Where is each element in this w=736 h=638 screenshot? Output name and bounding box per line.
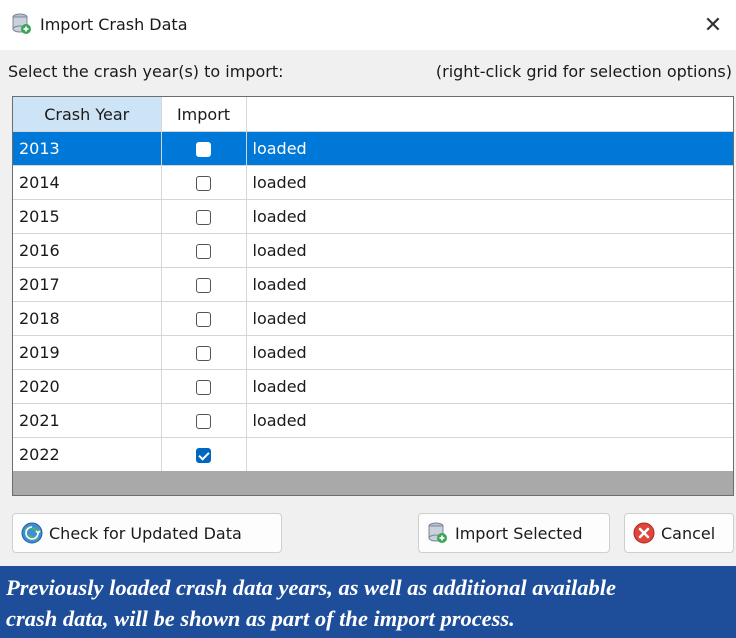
- status-cell[interactable]: [246, 437, 733, 472]
- import-cell: [161, 165, 247, 200]
- grid-hint-label: (right-click grid for selection options): [435, 62, 732, 81]
- crash-year-cell[interactable]: 2022: [13, 437, 162, 472]
- status-cell[interactable]: loaded: [246, 335, 733, 370]
- cancel-label: Cancel: [661, 523, 716, 543]
- crash-year-cell[interactable]: 2017: [13, 267, 162, 302]
- import-checkbox[interactable]: [196, 448, 211, 463]
- column-header-status[interactable]: [246, 97, 733, 132]
- table-row[interactable]: 2014 loaded: [13, 165, 733, 200]
- import-cell: [161, 131, 247, 166]
- crash-year-cell[interactable]: 2013: [13, 131, 162, 166]
- status-cell[interactable]: loaded: [246, 301, 733, 336]
- crash-year-cell[interactable]: 2018: [13, 301, 162, 336]
- import-checkbox[interactable]: [196, 176, 211, 191]
- check-for-updated-data-button[interactable]: Check for Updated Data: [12, 513, 282, 553]
- globe-refresh-icon: [21, 522, 43, 544]
- status-cell[interactable]: loaded: [246, 199, 733, 234]
- crash-year-cell[interactable]: 2015: [13, 199, 162, 234]
- import-checkbox[interactable]: [196, 244, 211, 259]
- crash-year-cell[interactable]: 2014: [13, 165, 162, 200]
- import-checkbox[interactable]: [196, 210, 211, 225]
- crash-year-cell[interactable]: 2016: [13, 233, 162, 268]
- status-cell[interactable]: loaded: [246, 267, 733, 302]
- instruction-label: Select the crash year(s) to import:: [8, 62, 284, 81]
- import-checkbox[interactable]: [196, 278, 211, 293]
- import-cell: [161, 403, 247, 438]
- database-import-icon: [428, 522, 447, 543]
- import-cell: [161, 301, 247, 336]
- table-row[interactable]: 2015 loaded: [13, 199, 733, 234]
- table-row[interactable]: 2018 loaded: [13, 301, 733, 336]
- crash-year-cell[interactable]: 2021: [13, 403, 162, 438]
- import-checkbox[interactable]: [196, 312, 211, 327]
- import-cell: [161, 233, 247, 268]
- import-checkbox[interactable]: [196, 142, 211, 157]
- import-selected-label: Import Selected: [455, 523, 583, 543]
- import-checkbox[interactable]: [196, 380, 211, 395]
- window-title: Import Crash Data: [40, 15, 188, 34]
- status-cell[interactable]: loaded: [246, 403, 733, 438]
- crash-year-grid[interactable]: Crash Year Import 2013 loaded 2014 loaded 20…: [12, 96, 734, 496]
- table-row[interactable]: 2021 loaded: [13, 403, 733, 438]
- cancel-icon: [633, 522, 655, 544]
- grid-empty-area: [13, 471, 733, 495]
- table-row[interactable]: 2019 loaded: [13, 335, 733, 370]
- caption-line-2: crash data, will be shown as part of the…: [6, 606, 515, 631]
- import-cell: [161, 267, 247, 302]
- table-row[interactable]: 2017 loaded: [13, 267, 733, 302]
- database-import-icon: [12, 13, 31, 34]
- import-checkbox[interactable]: [196, 414, 211, 429]
- column-header-crash-year[interactable]: Crash Year: [13, 97, 162, 132]
- import-crash-data-dialog: Import Crash Data ✕ Select the crash yea…: [0, 0, 736, 566]
- import-cell: [161, 335, 247, 370]
- check-for-updated-data-label: Check for Updated Data: [49, 523, 242, 543]
- import-selected-button[interactable]: Import Selected: [418, 513, 610, 553]
- column-header-import[interactable]: Import: [161, 97, 247, 132]
- table-row[interactable]: 2013 loaded: [13, 131, 733, 166]
- figure-caption: Previously loaded crash data years, as w…: [0, 566, 736, 638]
- close-button[interactable]: ✕: [690, 0, 736, 50]
- close-icon: ✕: [703, 12, 723, 38]
- table-row[interactable]: 2016 loaded: [13, 233, 733, 268]
- crash-year-cell[interactable]: 2019: [13, 335, 162, 370]
- status-cell[interactable]: loaded: [246, 165, 733, 200]
- status-cell[interactable]: loaded: [246, 131, 733, 166]
- grid-header-row: Crash Year Import: [13, 97, 733, 132]
- crash-year-table: Crash Year Import 2013 loaded 2014 loaded 20…: [13, 97, 733, 472]
- status-cell[interactable]: loaded: [246, 233, 733, 268]
- caption-line-1: Previously loaded crash data years, as w…: [6, 575, 616, 600]
- table-row[interactable]: 2020 loaded: [13, 369, 733, 404]
- table-row[interactable]: 2022: [13, 437, 733, 472]
- import-checkbox[interactable]: [196, 346, 211, 361]
- title-bar[interactable]: Import Crash Data ✕: [0, 0, 736, 50]
- import-cell: [161, 199, 247, 234]
- crash-year-cell[interactable]: 2020: [13, 369, 162, 404]
- import-cell: [161, 437, 247, 472]
- status-cell[interactable]: loaded: [246, 369, 733, 404]
- cancel-button[interactable]: Cancel: [624, 513, 734, 553]
- grid-body: 2013 loaded 2014 loaded 2015 loaded 2016 loaded…: [13, 131, 733, 472]
- import-cell: [161, 369, 247, 404]
